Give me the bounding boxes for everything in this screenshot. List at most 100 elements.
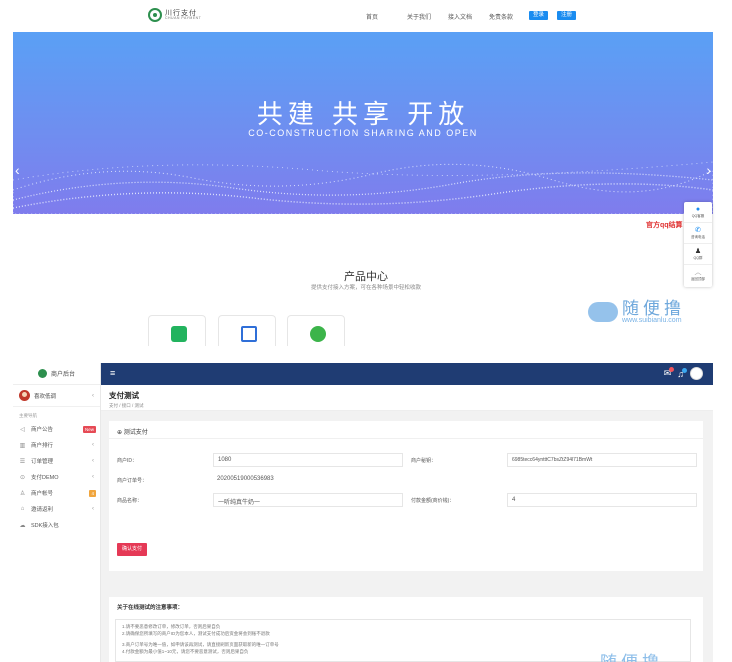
product-center-title: 产品中心	[344, 271, 388, 283]
sidebar-item-label: 商户公告	[31, 427, 54, 433]
order-no-label: 商户订单号：	[117, 478, 148, 484]
sidebar-item-label: 支付DEMO	[31, 475, 59, 481]
hero-title: 共建 共享 开放	[256, 100, 470, 130]
merchant-key-field[interactable]: 6985tecc64yntttC7bsZtZ94l71BmWt	[507, 453, 697, 467]
sidebar-user[interactable]: 喜欢低调 ‹	[13, 385, 100, 407]
brand-logo-icon	[37, 369, 47, 378]
amount-field[interactable]: 4	[507, 493, 697, 507]
sidebar-item-label: SDK接入包	[31, 523, 59, 529]
avatar[interactable]	[690, 367, 703, 380]
particle-wave-graphic	[13, 161, 713, 214]
page-header: 支付测试 支付 / 接口 / 测试	[101, 385, 713, 411]
chevron-left-icon: ‹	[92, 474, 94, 480]
sidebar-item-label: 邀请返利	[31, 507, 54, 513]
sidebar-header: 商户后台	[13, 363, 100, 385]
avatar	[19, 390, 30, 401]
product-field[interactable]: 一听纯真牛奶一	[213, 493, 403, 507]
sidebar-item-account[interactable]: ♙ 商户帐号 4	[13, 485, 100, 501]
bell-icon[interactable]: ♫	[677, 367, 687, 379]
breadcrumb: 支付 / 接口 / 测试	[109, 403, 144, 408]
chevron-left-icon: ‹	[92, 392, 94, 399]
watermark-cn: 随便撸	[622, 299, 685, 318]
float-phone[interactable]: ✆ 咨询电话	[684, 223, 712, 244]
sidebar-section-label: 主要导航	[19, 413, 37, 418]
order-no-value: 20200519000536983	[217, 476, 274, 482]
qq-icon: ●	[695, 205, 701, 213]
screenshot-root: 川行支付 CHUAN PAYMENT 首页 关于我们 接入文档 免责条款 登录 …	[0, 0, 732, 662]
sidebar-item-ranking[interactable]: ▥ 商户排行 ‹	[13, 437, 100, 453]
merchant-id-label: 商户ID：	[117, 458, 138, 464]
hero-subtitle: CO-CONSTRUCTION SHARING AND OPEN	[248, 128, 478, 138]
merchant-id-field[interactable]: 1080	[213, 453, 403, 467]
note-line: 3.商户订单号为唯一值，如申请该再测试，请直接刷新页面获取新的唯一订单号	[122, 642, 279, 647]
qq-settlement-tag[interactable]: 官方qq结算	[646, 220, 683, 230]
product-center-subtitle: 提供支付接入方案，可在各种场景中轻松收款	[310, 285, 421, 291]
watermark-text: 随便撸 www.suibianlu.com	[622, 300, 685, 324]
sidebar-item-orders[interactable]: ☰ 订单管理 ‹	[13, 453, 100, 469]
float-group-label: QQ群	[693, 255, 703, 260]
count-badge: 4	[89, 489, 96, 497]
website-homepage: 川行支付 CHUAN PAYMENT 首页 关于我们 接入文档 免责条款 登录 …	[0, 0, 732, 346]
menu-toggle-icon[interactable]: ≡	[110, 368, 115, 378]
sidebar-item-sdk[interactable]: ☁ SDK接入包	[13, 517, 100, 533]
card-title: ⊕ 测试支付	[109, 421, 703, 439]
merchant-key-label: 商户秘钥：	[411, 458, 437, 464]
register-button[interactable]: 注册	[557, 11, 577, 20]
sidebar-item-label: 商户帐号	[31, 491, 54, 497]
logo-en: CHUAN PAYMENT	[165, 15, 202, 20]
pay-icon: ⊙	[19, 474, 26, 481]
main-content: 支付测试 支付 / 接口 / 测试 ⊕ 测试支付 商户ID： 1080 商户秘钥…	[101, 385, 713, 662]
user-name: 喜欢低调	[34, 393, 57, 400]
carousel-next-icon[interactable]: ›	[706, 162, 711, 178]
product-card-check[interactable]	[287, 315, 345, 346]
top-nav: 川行支付 CHUAN PAYMENT 首页 关于我们 接入文档 免责条款 登录 …	[0, 0, 732, 32]
watermark-bottom: 随便撸	[600, 648, 663, 662]
user-icon: ♙	[19, 490, 26, 497]
phone-icon: ✆	[695, 226, 701, 234]
cloud-icon	[588, 302, 618, 322]
test-pay-card: ⊕ 测试支付 商户ID： 1080 商户秘钥： 6985tecc64yntttC…	[109, 421, 703, 571]
product-card-docs[interactable]	[218, 315, 276, 346]
sidebar-brand: 商户后台	[50, 372, 75, 378]
form-row-2: 商户订单号： 20200519000536983	[117, 473, 697, 487]
nav-link-docs[interactable]: 接入文档	[448, 12, 489, 21]
sidebar-item-pay-demo[interactable]: ⊙ 支付DEMO ‹	[13, 469, 100, 485]
note-line: 2.请确保您所填写的商户ID为您本人，测试支付成功后资金将会到账不退款	[122, 631, 270, 636]
chevron-left-icon: ‹	[92, 442, 94, 448]
cloud-icon: ☁	[19, 522, 26, 529]
nav-link-terms[interactable]: 免责条款	[489, 12, 530, 21]
product-card-wechat[interactable]	[148, 315, 206, 346]
check-icon	[310, 326, 326, 342]
site-logo[interactable]: 川行支付 CHUAN PAYMENT	[148, 8, 201, 22]
amount-label: 付款金额(商价钱)：	[411, 498, 455, 504]
admin-topbar: ≡ ✉ ♫	[101, 363, 713, 385]
chart-icon: ▥	[19, 442, 26, 449]
sidebar-item-invite[interactable]: ⌂ 邀请返利 ‹	[13, 501, 100, 517]
sidebar-item-label: 订单管理	[31, 459, 54, 465]
float-qq-service[interactable]: ● QQ客服	[684, 202, 712, 223]
float-qq-group[interactable]: ♟ QQ群	[684, 244, 712, 265]
nav-link-home[interactable]: 首页	[366, 12, 407, 21]
merchant-admin: 商户后台 喜欢低调 ‹ 主要导航 ◁ 商户公告 New ▥ 商户排行 ‹ ☰ 订…	[13, 363, 713, 662]
float-qq-label: QQ客服	[691, 213, 705, 218]
float-phone-label: 咨询电话	[691, 234, 705, 239]
logo-icon	[148, 8, 162, 22]
sidebar-item-announcements[interactable]: ◁ 商户公告 New	[13, 421, 100, 437]
bell-dot	[682, 367, 687, 373]
form-row-3: 商品名称： 一听纯真牛奶一 付款金额(商价钱)： 4	[117, 493, 697, 507]
shield-icon	[171, 326, 187, 342]
document-icon	[241, 326, 257, 342]
sidebar: 商户后台 喜欢低调 ‹ 主要导航 ◁ 商户公告 New ▥ 商户排行 ‹ ☰ 订…	[13, 363, 101, 662]
message-icon[interactable]: ✉	[664, 367, 675, 379]
login-button[interactable]: 登录	[529, 11, 549, 20]
watermark: 随便撸 www.suibianlu.com	[588, 300, 685, 324]
carousel-prev-icon[interactable]: ‹	[15, 162, 20, 178]
note-line: 1.请不要恶意修改订单，修改订单，否则后果自负	[122, 624, 221, 629]
confirm-pay-button[interactable]: 确认支付	[117, 543, 148, 556]
chevron-left-icon: ‹	[92, 458, 94, 464]
nav-link-about[interactable]: 关于我们	[407, 12, 448, 21]
megaphone-icon: ◁	[20, 426, 25, 433]
notes-title: 关于在线测试的注意事项：	[117, 605, 184, 611]
sidebar-item-label: 商户排行	[31, 443, 54, 449]
message-dot	[669, 367, 675, 372]
